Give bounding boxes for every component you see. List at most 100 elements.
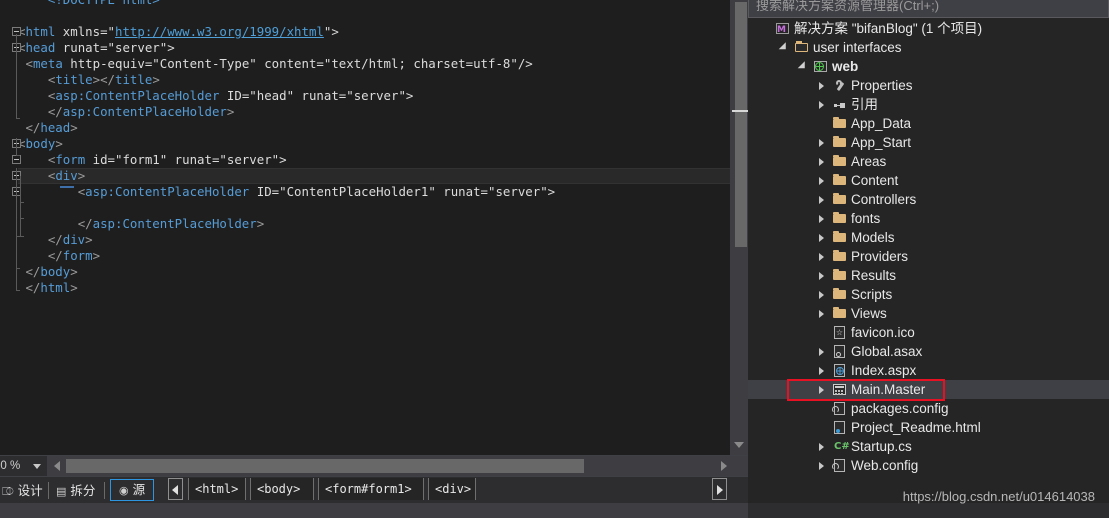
tagnav-left-arrow-icon[interactable] [168, 478, 183, 500]
tree-item-results[interactable]: Results [748, 266, 1109, 285]
tree-item-packages.config[interactable]: packages.config [748, 399, 1109, 418]
tree-item-web[interactable]: web [748, 57, 1109, 76]
tree-item-models[interactable]: Models [748, 228, 1109, 247]
tagnav-item[interactable]: <form#form1> [318, 478, 424, 500]
code-editor-pane[interactable]: <!DOCTYPE html> <html xmlns="http://www.w… [0, 0, 748, 455]
tree-item-label: favicon.ico [851, 325, 915, 341]
tree-item-views[interactable]: Views [748, 304, 1109, 323]
tagnav-item[interactable]: <div> [428, 478, 476, 500]
expand-arrow-icon[interactable] [815, 76, 827, 95]
tree-item-main.master[interactable]: Main.Master [748, 380, 1109, 399]
code-line[interactable]: <meta http-equiv="Content-Type" content=… [18, 56, 748, 72]
expand-arrow-icon[interactable] [815, 304, 827, 323]
code-line[interactable]: </head> [18, 120, 748, 136]
code-line[interactable]: <body> [18, 136, 748, 152]
tab-split[interactable]: ▤ 拆分 [56, 481, 95, 501]
tree-item-fonts[interactable]: fonts [748, 209, 1109, 228]
expand-arrow-icon[interactable] [815, 190, 827, 209]
code-line[interactable]: <form id="form1" runat="server"> [18, 152, 748, 168]
folder-icon [832, 190, 848, 209]
expand-arrow-icon[interactable] [815, 247, 827, 266]
tree-item-content[interactable]: Content [748, 171, 1109, 190]
solution-search-input[interactable]: 搜索解决方案资源管理器(Ctrl+;) [748, 0, 1109, 18]
expand-arrow-icon[interactable] [815, 361, 827, 380]
solution-tree[interactable]: 解决方案 "bifanBlog" (1 个项目) user interfaces w… [748, 19, 1109, 479]
scroll-right-arrow-icon[interactable] [718, 458, 730, 474]
tree-item--[interactable]: 引用 [748, 95, 1109, 114]
expand-arrow-icon[interactable] [815, 456, 827, 475]
code-line[interactable]: <asp:ContentPlaceHolder ID="ContentPlace… [18, 184, 748, 200]
tab-source[interactable]: ◉ 源 [110, 479, 155, 501]
tree-item-user-interfaces[interactable]: user interfaces [748, 38, 1109, 57]
editor-vertical-scrollbar[interactable] [730, 0, 750, 455]
hscroll-thumb[interactable] [66, 459, 584, 473]
expand-arrow-icon[interactable] [815, 209, 827, 228]
code-line[interactable]: <div> [18, 168, 748, 184]
expand-arrow-icon[interactable] [815, 152, 827, 171]
collapse-arrow-icon[interactable] [796, 57, 809, 76]
expand-arrow-icon[interactable] [815, 133, 827, 152]
tree-item-project_readme.html[interactable]: Project_Readme.html [748, 418, 1109, 437]
tree-item-startup.cs[interactable]: C# Startup.cs [748, 437, 1109, 456]
tagnav-item[interactable]: <html> [188, 478, 246, 500]
chevron-down-icon[interactable] [33, 464, 41, 469]
solution-explorer-pane[interactable]: 搜索解决方案资源管理器(Ctrl+;) 解决方案 "bifanBlog" (1 … [748, 0, 1109, 518]
code-line[interactable]: </asp:ContentPlaceHolder> [18, 104, 748, 120]
tree-item-scripts[interactable]: Scripts [748, 285, 1109, 304]
scrollbar-thumb[interactable] [735, 2, 747, 247]
code-line[interactable]: <head runat="server"> [18, 40, 748, 56]
code-line[interactable]: <title></title> [18, 72, 748, 88]
tree-item-app_data[interactable]: App_Data [748, 114, 1109, 133]
tab-design[interactable]: ⎄ 设计 [2, 481, 43, 501]
tree-item-app_start[interactable]: App_Start [748, 133, 1109, 152]
expand-arrow-icon[interactable] [815, 171, 827, 190]
tree-item-areas[interactable]: Areas [748, 152, 1109, 171]
code-line[interactable]: <html xmlns="http://www.w3.org/1999/xhtm… [18, 24, 748, 40]
code-line[interactable] [18, 8, 748, 24]
hscroll-track[interactable] [66, 459, 714, 473]
watermark-url: https://blog.csdn.net/u014614038 [902, 489, 1095, 504]
code-line[interactable] [18, 200, 748, 216]
scrollbar-track[interactable] [732, 0, 750, 430]
editor-horizontal-scrollbar-strip[interactable]: 00 % [0, 455, 748, 476]
tree-item-controllers[interactable]: Controllers [748, 190, 1109, 209]
code-line[interactable]: </div> [18, 232, 748, 248]
config-file-icon [832, 456, 848, 475]
zoom-level-combobox[interactable]: 00 % [0, 456, 47, 476]
tree-item-label: 解决方案 "bifanBlog" (1 个项目) [794, 21, 983, 37]
tree-item-providers[interactable]: Providers [748, 247, 1109, 266]
expand-arrow-icon[interactable] [815, 437, 827, 456]
tree-item--bifanblog-1-[interactable]: 解决方案 "bifanBlog" (1 个项目) [748, 19, 1109, 40]
tree-item-label: Properties [851, 78, 913, 94]
expand-arrow-icon[interactable] [815, 95, 827, 114]
code-text-area[interactable]: <!DOCTYPE html> <html xmlns="http://www.w… [0, 0, 748, 455]
expand-arrow-icon[interactable] [815, 266, 827, 285]
expand-arrow-icon[interactable] [815, 285, 827, 304]
code-line[interactable]: </form> [18, 248, 748, 264]
code-folding-column[interactable] [10, 0, 28, 455]
code-fold-toggle[interactable] [12, 155, 21, 164]
code-line[interactable]: </html> [18, 280, 748, 296]
tree-item-global.asax[interactable]: Global.asax [748, 342, 1109, 361]
smart-tag-underline[interactable] [60, 186, 74, 188]
code-line[interactable]: </asp:ContentPlaceHolder> [18, 216, 748, 232]
tree-item-properties[interactable]: Properties [748, 76, 1109, 95]
expand-arrow-icon[interactable] [815, 380, 827, 399]
code-line[interactable]: <asp:ContentPlaceHolder ID="head" runat=… [18, 88, 748, 104]
tab-design-label: 设计 [17, 484, 43, 498]
expand-arrow-icon[interactable] [815, 342, 827, 361]
tagnav-right-arrow-icon[interactable] [712, 478, 727, 500]
tree-item-label: App_Start [851, 135, 912, 151]
collapse-arrow-icon[interactable] [777, 38, 790, 57]
source-icon: ◉ [119, 485, 129, 497]
expand-arrow-icon[interactable] [815, 228, 827, 247]
tree-item-index.aspx[interactable]: Index.aspx [748, 361, 1109, 380]
code-line[interactable]: </body> [18, 264, 748, 280]
tree-item-web.config[interactable]: Web.config [748, 456, 1109, 475]
tree-item-favicon.ico[interactable]: ☆ favicon.ico [748, 323, 1109, 342]
folder-icon [832, 171, 848, 190]
scroll-left-arrow-icon[interactable] [52, 458, 64, 474]
scroll-down-arrow-icon[interactable] [734, 442, 744, 448]
code-line[interactable]: <!DOCTYPE html> [18, 0, 748, 8]
tagnav-item[interactable]: <body> [250, 478, 314, 500]
